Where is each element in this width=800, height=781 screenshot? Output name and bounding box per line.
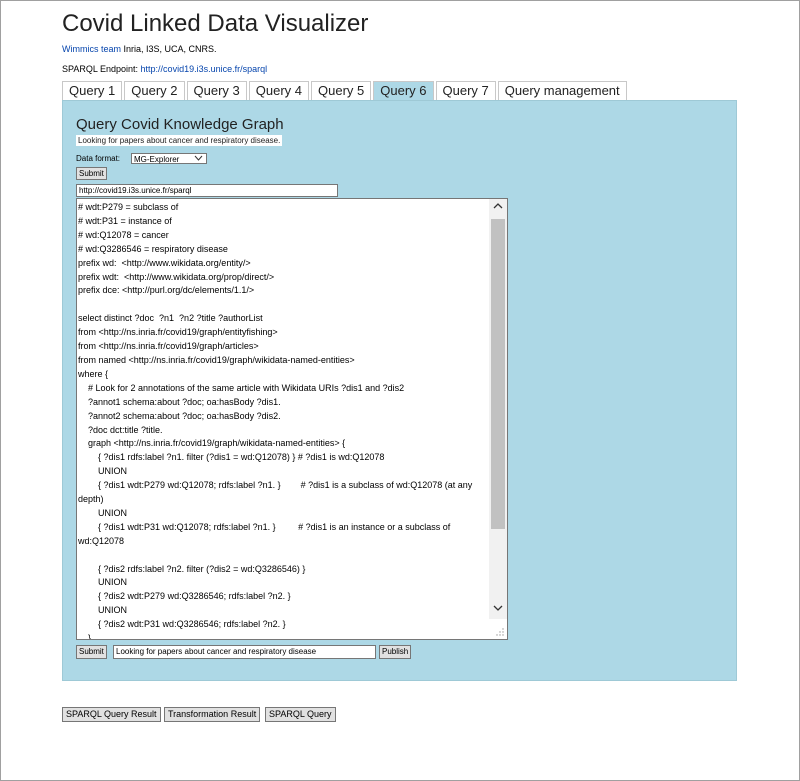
endpoint-line: SPARQL Endpoint: http://covid19.i3s.unic… [62, 64, 267, 74]
query-editor[interactable]: # wdt:P279 = subclass of # wdt:P31 = ins… [76, 198, 508, 640]
chevron-down-icon [194, 154, 203, 165]
submit-format-button[interactable]: Submit [76, 167, 107, 180]
tab-query-management[interactable]: Query management [497, 81, 627, 100]
chevron-up-icon[interactable] [489, 199, 507, 217]
chevron-down-icon[interactable] [489, 601, 507, 619]
resize-grip-icon[interactable] [495, 627, 504, 636]
tab-query-1[interactable]: Query 1 [62, 81, 123, 100]
data-format-select[interactable]: MG-Explorer [131, 153, 207, 164]
query-tabs: Query 1 Query 2 Query 3 Query 4 Query 5 … [62, 81, 629, 101]
submit-query-button[interactable]: Submit [76, 645, 107, 659]
sparql-query-result-button[interactable]: SPARQL Query Result [62, 707, 161, 722]
tab-query-3[interactable]: Query 3 [186, 81, 247, 100]
data-format-label: Data format: [76, 154, 121, 163]
tab-query-5[interactable]: Query 5 [311, 81, 372, 100]
scrollbar-thumb[interactable] [491, 219, 505, 529]
team-affiliations: Inria, I3S, UCA, CNRS. [121, 44, 217, 54]
tab-query-2[interactable]: Query 2 [124, 81, 185, 100]
tab-query-4[interactable]: Query 4 [248, 81, 309, 100]
endpoint-link[interactable]: http://covid19.i3s.unice.fr/sparql [141, 64, 268, 74]
panel-title: Query Covid Knowledge Graph [76, 116, 284, 133]
endpoint-input[interactable]: http://covid19.i3s.unice.fr/sparql [76, 184, 338, 197]
tab-query-6[interactable]: Query 6 [373, 81, 434, 100]
team-link[interactable]: Wimmics team [62, 44, 121, 54]
publish-button[interactable]: Publish [379, 645, 412, 659]
endpoint-label: SPARQL Endpoint: [62, 64, 141, 74]
data-format-value: MG-Explorer [134, 155, 180, 164]
description-input[interactable]: Looking for papers about cancer and resp… [113, 645, 376, 659]
transformation-result-button[interactable]: Transformation Result [164, 707, 261, 722]
editor-scrollbar[interactable] [489, 199, 507, 619]
tab-query-7[interactable]: Query 7 [435, 81, 496, 100]
team-line: Wimmics team Inria, I3S, UCA, CNRS. [62, 44, 217, 54]
sparql-query-button[interactable]: SPARQL Query [265, 707, 336, 722]
query-text[interactable]: # wdt:P279 = subclass of # wdt:P31 = ins… [77, 201, 484, 639]
page-title: Covid Linked Data Visualizer [62, 10, 369, 37]
query-description: Looking for papers about cancer and resp… [76, 135, 283, 146]
